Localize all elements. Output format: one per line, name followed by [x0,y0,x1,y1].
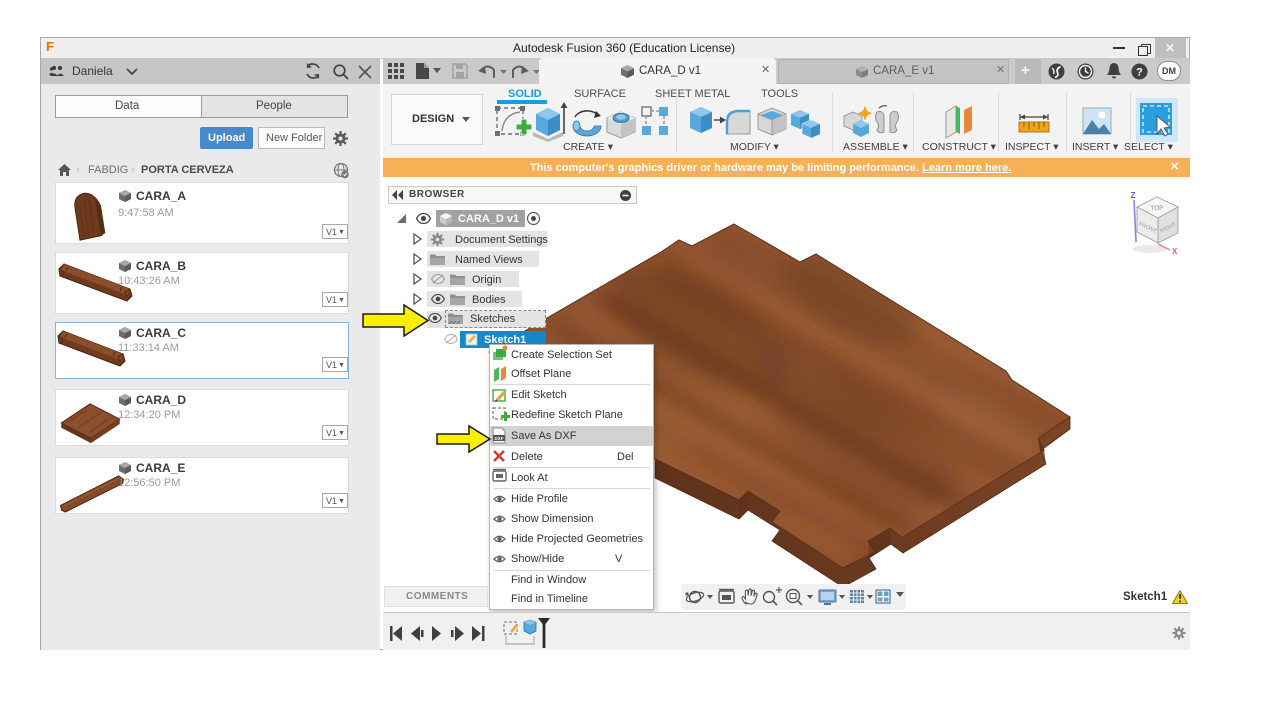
svg-text:TOP: TOP [1150,205,1163,212]
svg-text:DXF: DXF [495,436,504,441]
svg-text:?: ? [1136,67,1143,79]
svg-text:X: X [1172,247,1178,256]
svg-text:Z: Z [1131,191,1136,200]
